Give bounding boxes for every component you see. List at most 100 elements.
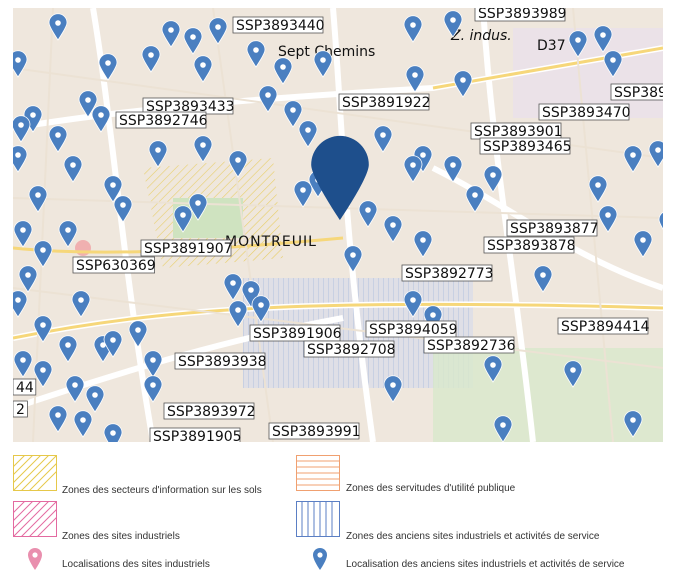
site-label-text: 44 xyxy=(16,380,34,396)
site-label-text: 2 xyxy=(16,402,25,418)
site-label-text: SSP3891907 xyxy=(144,241,233,257)
site-label-text: SSP3891922 xyxy=(342,95,431,111)
pin-dot xyxy=(105,60,111,66)
site-label-tag: SSP3891 xyxy=(610,83,663,101)
pin-dot xyxy=(630,152,636,158)
pin-dot xyxy=(30,112,36,118)
pin-dot xyxy=(15,152,21,158)
site-label-text: SSP3893465 xyxy=(483,139,572,155)
map-canvas[interactable]: MONTREUIL Sept Chemins Z. indus. D37 SSP… xyxy=(13,8,663,442)
site-label-text: SSP3893878 xyxy=(487,238,576,254)
pin-dot xyxy=(55,20,61,26)
pin-dot xyxy=(420,152,426,158)
place-montreuil: MONTREUIL xyxy=(225,234,317,250)
pin-dot xyxy=(200,142,206,148)
pin-dot xyxy=(195,200,201,206)
site-label-text: SSP3891 xyxy=(614,85,663,101)
site-label-text: SSP3893991 xyxy=(272,424,361,440)
pin-dot xyxy=(570,367,576,373)
site-label-text: SSP3893972 xyxy=(167,404,256,420)
site-label-text: SSP3893938 xyxy=(178,354,267,370)
site-label-tag: SSP3893989 xyxy=(474,8,567,22)
pin-dot xyxy=(15,297,21,303)
pin-dot xyxy=(575,37,581,43)
pin-dot xyxy=(135,327,141,333)
site-label-text: SSP3892708 xyxy=(307,342,396,358)
pin-dot xyxy=(110,430,116,436)
pin-dot xyxy=(500,422,506,428)
site-label-tag: SSP3894414 xyxy=(557,317,650,335)
pin-dot xyxy=(380,132,386,138)
site-label-tag: SSP3891922 xyxy=(338,93,431,111)
site-pin-icon[interactable] xyxy=(103,423,123,442)
legend-label-servitudes: Zones des servitudes d'utilité publique xyxy=(346,483,516,494)
site-label-tag: SSP3893901 xyxy=(470,122,563,140)
pin-dot xyxy=(98,112,104,118)
pin-dot xyxy=(65,227,71,233)
pin-dot xyxy=(20,227,26,233)
site-label-tag: SSP3891905 xyxy=(149,427,242,442)
legend-label-loc-sites: Localisations des sites industriels xyxy=(62,559,210,570)
pin-dot xyxy=(200,62,206,68)
pin-dot xyxy=(460,77,466,83)
pin-dot xyxy=(65,342,71,348)
site-label-tag: 2 xyxy=(13,400,28,418)
pin-dot xyxy=(150,357,156,363)
pin-dot xyxy=(280,64,286,70)
pin-dot xyxy=(490,172,496,178)
legend-label-sites-industriels: Zones des sites industriels xyxy=(62,531,180,542)
site-label-tag: SSP3893440 xyxy=(232,16,325,34)
pin-dot xyxy=(350,252,356,258)
pin-dot xyxy=(248,287,254,293)
pin-dot xyxy=(430,312,436,318)
map-legend: Zones des secteurs d'information sur les… xyxy=(0,445,674,577)
pin-dot xyxy=(630,417,636,423)
pin-dot xyxy=(230,280,236,286)
site-label-tag: SSP3893877 xyxy=(506,219,599,237)
pin-dot xyxy=(110,182,116,188)
legend-item-secteurs: Zones des secteurs d'information sur les… xyxy=(13,455,333,496)
legend-item-loc-sites: Localisations des sites industriels xyxy=(13,547,313,575)
legend-item-anciens-sites: Zones des anciens sites industriels et a… xyxy=(296,501,672,542)
pin-dot xyxy=(640,237,646,243)
map-view[interactable]: MONTREUIL Sept Chemins Z. indus. D37 SSP… xyxy=(13,8,663,442)
site-label-tag: SSP3892773 xyxy=(401,264,494,282)
secteurs-swatch-icon xyxy=(13,455,57,491)
pin-dot xyxy=(40,247,46,253)
site-label-text: SSP3892736 xyxy=(427,338,516,354)
pin-dot xyxy=(150,382,156,388)
servitudes-swatch-icon xyxy=(296,455,340,491)
pin-dot xyxy=(410,162,416,168)
blue-pin-icon xyxy=(313,548,327,570)
pin-dot xyxy=(390,222,396,228)
pink-area xyxy=(75,240,91,256)
site-label-tag: SSP3893465 xyxy=(479,137,572,155)
pin-dot xyxy=(92,392,98,398)
site-label-text: SSP3892773 xyxy=(405,266,494,282)
site-label-text: SSP3893440 xyxy=(236,18,325,34)
pin-dot xyxy=(600,32,606,38)
pin-dot xyxy=(190,34,196,40)
pin-dot xyxy=(155,147,161,153)
site-label-text: SSP630369 xyxy=(76,258,156,274)
pin-dot xyxy=(40,367,46,373)
site-label-text: SSP3893877 xyxy=(510,221,599,237)
pin-dot xyxy=(85,97,91,103)
pin-dot xyxy=(40,322,46,328)
pin-dot xyxy=(25,272,31,278)
site-label-tag: SSP3893972 xyxy=(163,402,256,420)
legend-label-secteurs: Zones des secteurs d'information sur les… xyxy=(62,485,262,496)
site-label-tag: SSP3891906 xyxy=(249,324,342,342)
pin-dot xyxy=(655,147,661,153)
pin-dot xyxy=(410,297,416,303)
pin-dot xyxy=(410,22,416,28)
site-label-tag: SSP3893470 xyxy=(538,103,631,121)
site-label-tag: SSP3893991 xyxy=(268,422,361,440)
pin-dot xyxy=(540,272,546,278)
pin-dot xyxy=(412,72,418,78)
pin-dot xyxy=(390,382,396,388)
road-d37: D37 xyxy=(537,38,566,54)
site-label-tag: SSP3892746 xyxy=(115,111,208,129)
pin-dot xyxy=(148,52,154,58)
site-label-tag: SSP3891907 xyxy=(140,239,233,257)
